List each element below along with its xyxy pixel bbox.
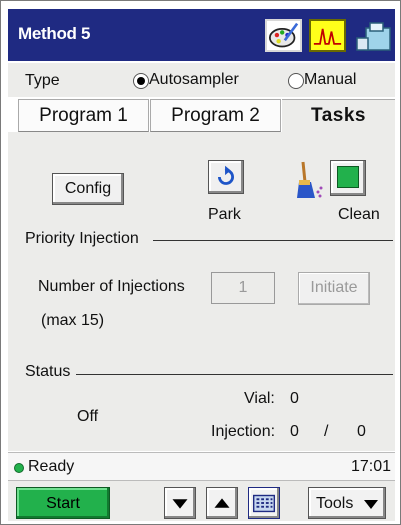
clean-status-square — [337, 166, 359, 188]
max-injections-label: (max 15) — [41, 312, 105, 329]
start-button[interactable]: Start — [16, 487, 110, 519]
palette-icon[interactable] — [265, 19, 302, 52]
bottom-toolbar: Start Tools — [8, 481, 395, 521]
park-button[interactable] — [208, 160, 244, 194]
injection-current: 0 — [290, 423, 299, 440]
injections-field[interactable]: 1 — [211, 272, 275, 304]
clock: 17:01 — [350, 458, 391, 475]
tasks-panel: Config Park Clean Priority Injection Num… — [8, 132, 395, 451]
scroll-down-button[interactable] — [164, 487, 196, 519]
broom-icon — [297, 161, 323, 198]
vial-value: 0 — [290, 390, 299, 407]
clean-button[interactable] — [330, 160, 366, 196]
injection-separator: / — [324, 423, 329, 440]
tab-program-1[interactable]: Program 1 — [18, 99, 149, 132]
scroll-up-button[interactable] — [206, 487, 238, 519]
injections-label: Number of Injections — [38, 278, 185, 295]
initiate-button[interactable]: Initiate — [298, 272, 370, 305]
chevron-down-icon — [364, 500, 378, 509]
chromatogram-icon[interactable] — [309, 19, 346, 52]
tools-label: Tools — [316, 495, 354, 512]
app-window: Method 5 Type Autosampler Manual Program… — [0, 0, 401, 525]
type-label: Type — [25, 72, 60, 89]
refresh-icon — [218, 165, 234, 185]
tools-menu-button[interactable]: Tools — [308, 487, 386, 519]
tab-tasks[interactable]: Tasks — [282, 99, 395, 132]
clean-label: Clean — [338, 206, 380, 223]
manual-label[interactable]: Manual — [304, 71, 356, 89]
ready-led-icon — [14, 463, 24, 473]
status-text: Ready — [28, 458, 75, 475]
autosampler-radio[interactable] — [133, 73, 149, 89]
title-bar: Method 5 — [8, 9, 395, 61]
keypad-icon — [252, 494, 276, 513]
tab-program-2[interactable]: Program 2 — [150, 99, 281, 132]
priority-divider — [153, 240, 393, 241]
injection-total: 0 — [357, 423, 366, 440]
status-bar: Ready 17:01 — [8, 452, 395, 481]
keypad-button[interactable] — [248, 487, 280, 519]
instrument-icon[interactable] — [354, 19, 392, 52]
arrow-up-icon — [214, 498, 230, 508]
arrow-down-icon — [172, 499, 188, 509]
manual-radio[interactable] — [288, 73, 304, 89]
status-divider — [76, 374, 393, 375]
priority-injection-heading: Priority Injection — [25, 230, 139, 247]
autosampler-label[interactable]: Autosampler — [149, 71, 239, 89]
run-state: Off — [77, 408, 99, 425]
type-row: Type Autosampler Manual — [8, 63, 395, 97]
window-title: Method 5 — [18, 24, 91, 43]
vial-label: Vial: — [244, 390, 275, 407]
config-button[interactable]: Config — [52, 173, 124, 205]
injection-label: Injection: — [211, 423, 276, 440]
park-label: Park — [208, 206, 241, 223]
status-heading: Status — [25, 363, 71, 380]
